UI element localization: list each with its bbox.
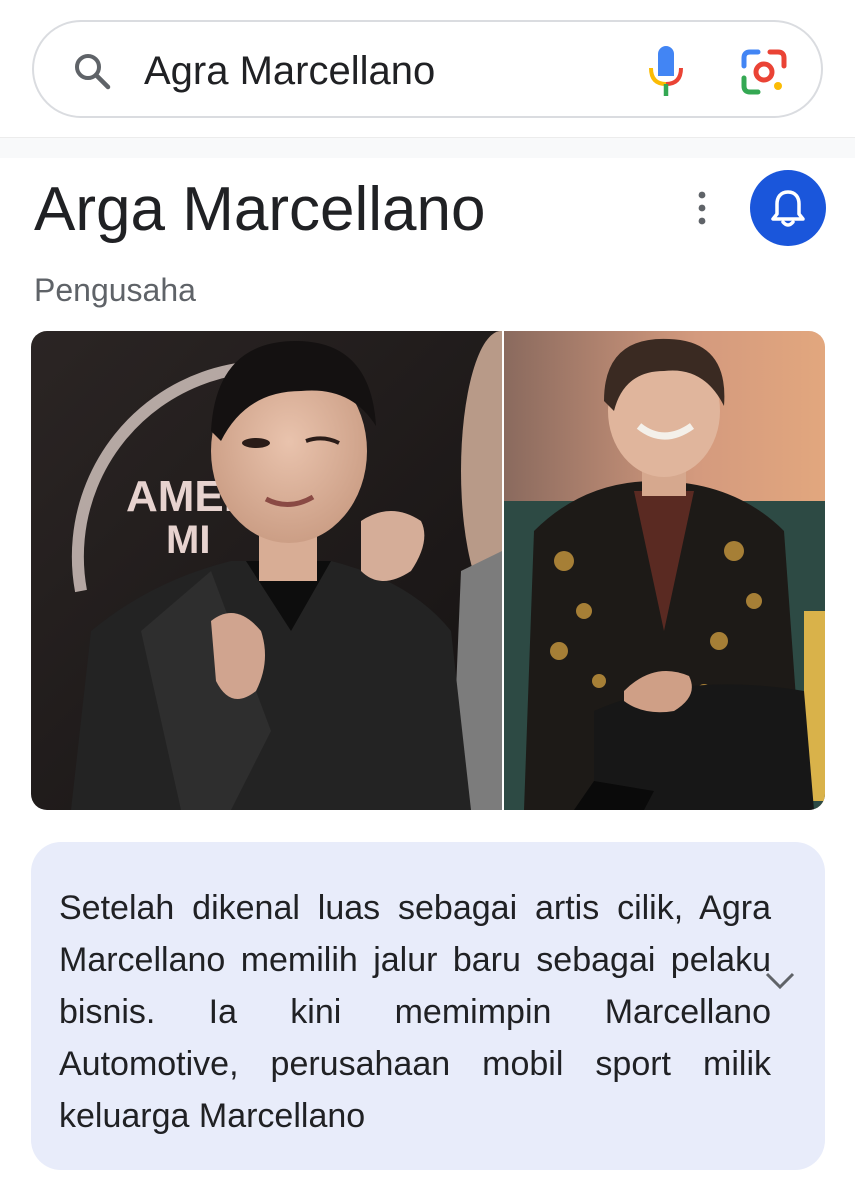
mic-icon[interactable]	[646, 44, 686, 98]
follow-button[interactable]	[750, 170, 826, 246]
entity-photo-secondary[interactable]	[504, 331, 825, 810]
search-header: Agra Marcellano	[0, 0, 855, 138]
page-title: Arga Marcellano	[34, 175, 486, 244]
entity-subtitle: Pengusaha	[34, 272, 196, 308]
header-divider	[0, 138, 855, 158]
lens-icon[interactable]	[740, 48, 788, 96]
more-vert-icon[interactable]	[688, 188, 716, 228]
photo-studio	[504, 331, 825, 810]
description-text: Setelah dikenal luas sebagai artis cilik…	[59, 889, 771, 1135]
entity-photo-main[interactable]: AMER MI	[31, 331, 502, 810]
photo-red-carpet: AMER MI	[31, 331, 502, 810]
bell-icon	[771, 190, 805, 227]
search-icon[interactable]	[72, 51, 112, 91]
chevron-down-icon[interactable]	[764, 970, 796, 992]
search-bar[interactable]: Agra Marcellano	[32, 20, 823, 118]
description-card[interactable]: Setelah dikenal luas sebagai artis cilik…	[31, 842, 825, 1170]
svg-text:MI: MI	[166, 518, 210, 562]
search-input[interactable]: Agra Marcellano	[144, 45, 435, 97]
